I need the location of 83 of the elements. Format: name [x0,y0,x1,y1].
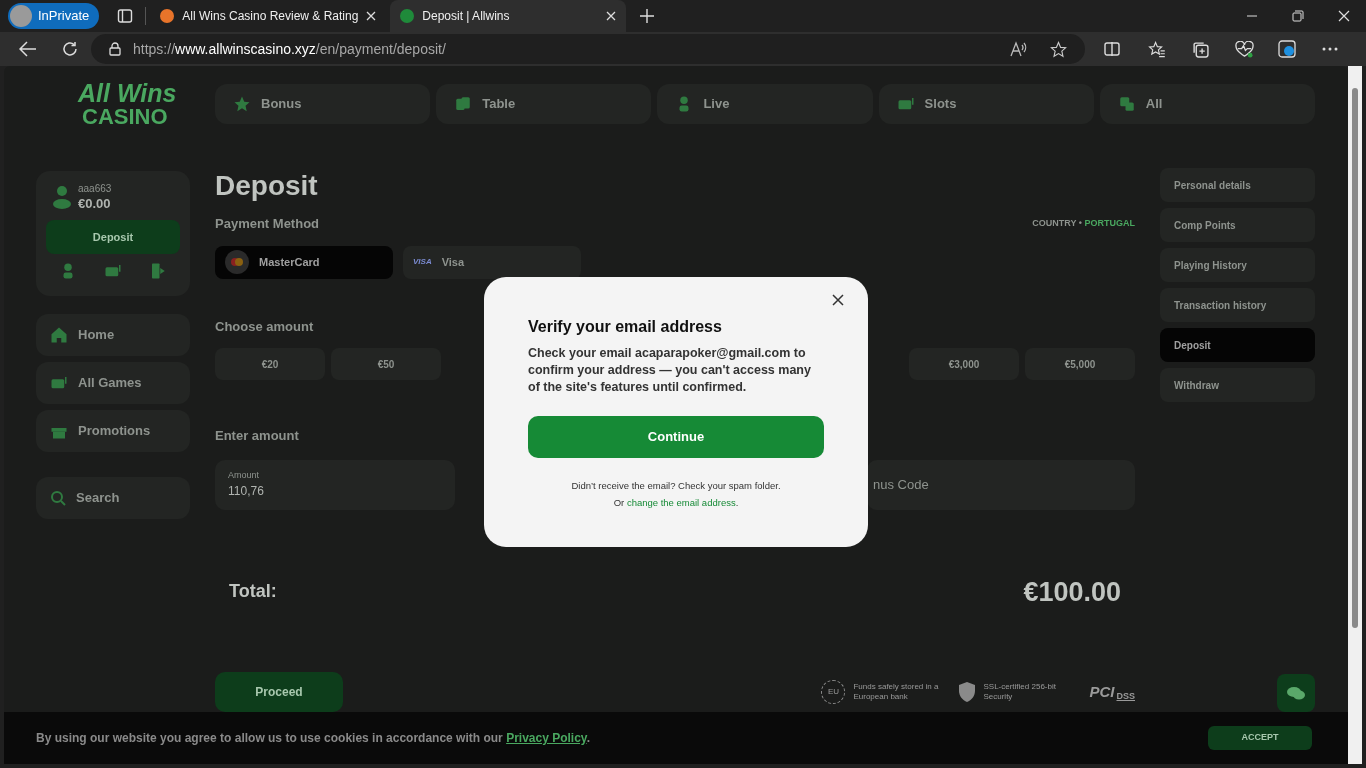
back-arrow-icon[interactable] [19,41,37,57]
read-aloud-icon[interactable] [1010,41,1028,57]
account-menu-item[interactable]: Playing History [1160,248,1315,282]
side-nav-item[interactable]: Home [36,314,190,356]
section-label: Payment Method [215,215,319,233]
inprivate-badge[interactable]: InPrivate [8,3,100,29]
category-tab[interactable]: Live [657,84,873,124]
category-tab[interactable]: Bonus [215,84,431,124]
browser-tab[interactable]: Deposit | Allwins [390,0,627,32]
proceed-button[interactable]: Proceed [215,672,343,712]
total-label: Total: [229,580,277,604]
dialog-message: Check your email acaparapoker@gmail.com to confirm your address — you can't access many of the site's features until confirmed. [528,345,812,396]
heartbeat-icon[interactable] [1235,40,1254,58]
privacy-policy-link[interactable]: Privacy Policy [506,731,587,745]
lock-icon [109,42,121,56]
search-icon [50,490,66,506]
favorites-icon[interactable] [1148,40,1166,58]
account-menu-item[interactable]: Personal details [1160,168,1315,202]
close-icon[interactable] [832,294,844,306]
amount-option[interactable]: €5,000 [1025,348,1135,380]
tab-title: Deposit | Allwins [422,8,511,25]
mastercard-logo [225,250,249,274]
change-email-link[interactable]: change the email address [626,497,736,509]
accept-button[interactable]: ACCEPT [1208,726,1312,750]
account-menu-item[interactable]: Transaction history [1160,288,1315,322]
amount-option[interactable]: €20 [215,348,325,380]
amount-option[interactable]: €50 [331,348,441,380]
close-window-icon[interactable] [1338,10,1350,22]
browser-tab[interactable]: All Wins Casino Review & Rating [150,0,387,32]
bonus-code-field[interactable]: nus Code [867,459,1135,510]
total-amount: €100.00 [1023,575,1121,609]
section-label: Enter amount [215,427,299,445]
cookie-text: By using our website you agree to allow us to use cookies in accordance with our Privacy Policy. [36,730,590,747]
payment-method-option[interactable]: MasterCard [215,245,393,279]
cards-icon [454,95,473,113]
tab-title: All Wins Casino Review & Rating [182,8,359,25]
badge-text: SSL-certified 256-bit Security [983,682,1057,702]
payment-method-option[interactable]: VISA Visa [403,245,581,279]
home-icon [50,326,68,344]
shield-icon [959,682,976,702]
url-text: https://www.allwinscasino.xyz/en/payment/deposit/ [133,39,446,59]
username: aaa663 [78,183,112,196]
dice-icon [1117,95,1136,113]
category-tab[interactable]: Slots [878,84,1094,124]
more-icon[interactable] [1322,47,1338,51]
address-bar[interactable]: https://www.allwinscasino.xyz/en/payment/deposit/ [91,34,1085,64]
page-title: Deposit [215,169,318,203]
chat-button[interactable] [1277,674,1315,712]
dialog-footer-text: Didn’t receive the email? Check your spam folder. [570,479,782,493]
dialog-footer-text: Or change the email address. [612,496,740,511]
new-tab-icon[interactable] [640,9,655,23]
search-button[interactable]: Search [36,477,190,519]
star-icon[interactable] [1050,40,1067,58]
amount-option[interactable]: €3,000 [909,348,1019,380]
deposit-button[interactable]: Deposit [46,219,180,254]
casino-logo[interactable]: All Wins CASINO [36,78,190,130]
restore-icon[interactable] [1292,10,1304,22]
refresh-icon[interactable] [62,41,78,57]
chat-bubbles-icon [1287,685,1305,701]
account-menu-item[interactable]: Comp Points [1160,208,1315,242]
avatar-silhouette-icon [10,5,32,27]
favicon-icon [160,9,175,23]
balance: €0.00 [78,195,112,212]
user-avatar-icon [52,185,72,210]
section-label: Choose amount [215,317,314,336]
side-nav-item[interactable]: All Games [36,362,190,404]
dialog-title: Verify your email address [528,317,723,337]
visa-logo: VISA [413,256,432,268]
collections-icon[interactable] [1192,40,1209,58]
account-menu-item[interactable]: Withdraw [1160,368,1315,402]
badge-text: Funds safely stored in a European bank [853,682,940,702]
country-label: COUNTRY • PORTUGAL [1032,217,1135,230]
account-menu-item[interactable]: Deposit [1160,328,1315,362]
category-tab[interactable]: All [1099,84,1315,124]
tab-actions-icon[interactable] [117,8,134,24]
favicon-icon [400,9,415,23]
browser-logo-icon[interactable] [1278,40,1296,58]
amount-field[interactable]: Amount 110,76 [215,459,455,510]
category-tab[interactable]: Table [436,84,652,124]
star-icon [233,95,251,113]
continue-button[interactable]: Continue [528,416,824,458]
side-nav-item[interactable]: Promotions [36,410,190,452]
split-screen-icon[interactable] [1104,41,1120,57]
